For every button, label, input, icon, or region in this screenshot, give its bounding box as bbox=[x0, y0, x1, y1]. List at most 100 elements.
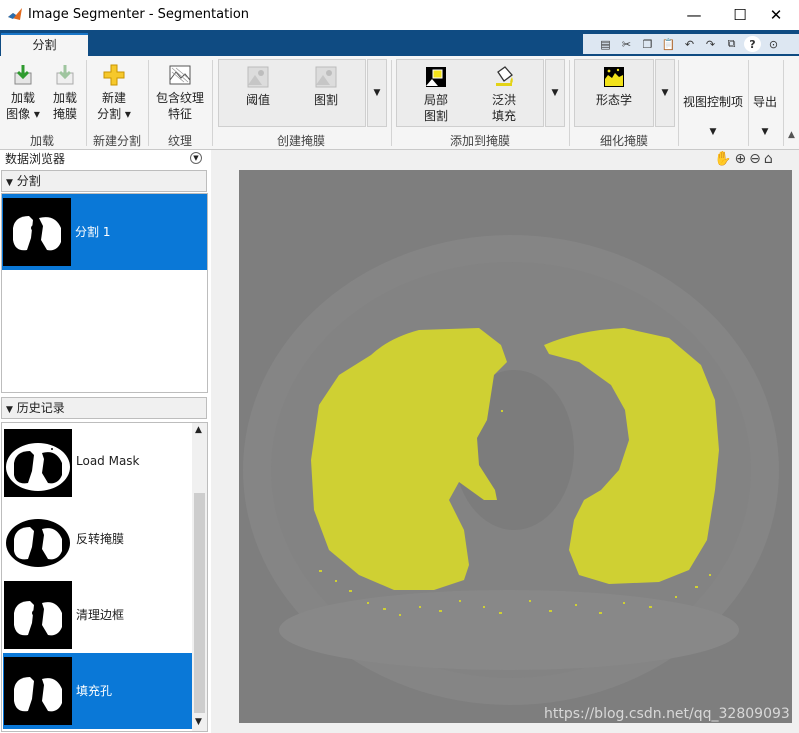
history-scrollbar[interactable]: ▲ ▼ bbox=[192, 423, 207, 731]
chevron-down-icon: ▼ bbox=[761, 127, 769, 137]
zoom-in-icon[interactable]: ⊕ bbox=[734, 151, 746, 169]
threshold-label: 阈值 bbox=[245, 93, 270, 107]
graph-cut-button[interactable]: 图割 bbox=[300, 65, 352, 108]
ct-image-with-mask[interactable] bbox=[239, 170, 792, 723]
load-image-button[interactable]: 加载 图像 ▾ bbox=[5, 63, 41, 122]
section-refine-mask-label: 细化掩膜 bbox=[599, 134, 648, 148]
morphology-label: 形态学 bbox=[595, 93, 632, 107]
close-button[interactable]: ✕ bbox=[753, 0, 799, 30]
history-item-label: 填充孔 bbox=[76, 684, 113, 698]
divider bbox=[783, 60, 784, 146]
history-item[interactable]: 清理边框 bbox=[3, 577, 192, 653]
new-seg-label-1: 新建 bbox=[101, 91, 126, 105]
divider bbox=[212, 60, 213, 146]
flood-fill-label-2: 填充 bbox=[491, 109, 516, 123]
image-viewer: ✋ ⊕ ⊖ ⌂ bbox=[211, 150, 799, 733]
hand-icon[interactable]: ✋ bbox=[714, 151, 731, 169]
load-mask-button[interactable]: 加载 掩膜 bbox=[48, 63, 82, 122]
local-graph-cut-button[interactable]: 局部 图割 bbox=[410, 65, 462, 124]
load-image-icon bbox=[11, 63, 35, 87]
copy-icon[interactable]: ❐ bbox=[639, 36, 656, 52]
cut-icon[interactable]: ✂ bbox=[618, 36, 635, 52]
refine-mask-dropdown[interactable]: ▼ bbox=[655, 59, 675, 127]
segmentations-header-label: 分割 bbox=[16, 174, 41, 188]
toolstrip-tabs: 分割 ▤ ✂ ❐ 📋 ↶ ↷ ⧉ ? ⊙ bbox=[0, 30, 799, 57]
home-icon[interactable]: ⌂ bbox=[764, 151, 773, 169]
watermark-text: https://blog.csdn.net/qq_32809093 bbox=[544, 706, 790, 722]
matlab-icon bbox=[7, 6, 23, 25]
segmentation-item[interactable]: 分割 1 bbox=[2, 194, 207, 270]
minimize-button[interactable]: — bbox=[671, 0, 717, 30]
flood-fill-label-1: 泛洪 bbox=[491, 93, 516, 107]
history-thumbnail bbox=[4, 657, 72, 725]
texture-label-1: 包含纹理 bbox=[155, 91, 204, 105]
redo-icon[interactable]: ↷ bbox=[702, 36, 719, 52]
texture-icon bbox=[168, 63, 192, 87]
load-mask-label-2: 掩膜 bbox=[52, 107, 77, 121]
create-mask-dropdown[interactable]: ▼ bbox=[367, 59, 387, 127]
history-section-header[interactable]: ▼ 历史记录 bbox=[1, 397, 207, 419]
segmentation-item-label: 分割 1 bbox=[75, 225, 111, 239]
plus-icon bbox=[102, 63, 126, 87]
divider bbox=[678, 60, 679, 146]
history-item-label: Load Mask bbox=[76, 454, 140, 468]
export-button[interactable]: 导出 ▼ bbox=[750, 94, 780, 140]
history-item[interactable]: 反转掩膜 bbox=[3, 501, 192, 577]
switch-windows-icon[interactable]: ⧉ bbox=[723, 36, 740, 52]
paste-icon[interactable]: 📋 bbox=[660, 36, 677, 52]
include-texture-button[interactable]: 包含纹理 特征 bbox=[152, 63, 208, 122]
expand-icon[interactable]: ⊙ bbox=[765, 36, 782, 52]
morphology-icon bbox=[602, 65, 626, 89]
section-create-mask-label: 创建掩膜 bbox=[276, 134, 325, 148]
chevron-down-icon: ▼ bbox=[709, 127, 717, 137]
history-item[interactable]: Load Mask bbox=[3, 425, 192, 501]
scrollbar-thumb[interactable] bbox=[194, 493, 205, 713]
local-graph-cut-label-2: 图割 bbox=[423, 109, 448, 123]
help-icon[interactable]: ? bbox=[744, 36, 761, 52]
threshold-button[interactable]: 阈值 bbox=[232, 65, 284, 108]
zoom-out-icon[interactable]: ⊖ bbox=[749, 151, 761, 169]
history-thumbnail bbox=[4, 581, 72, 649]
section-add-to-mask-label: 添加到掩膜 bbox=[449, 134, 510, 148]
history-item[interactable]: 填充孔 bbox=[3, 653, 192, 729]
local-graph-cut-label-1: 局部 bbox=[423, 93, 448, 107]
history-thumbnail bbox=[4, 429, 72, 497]
data-browser-panel: 数据浏览器 ▼ ▼ 分割 分割 1 ▼ 历史记录 Load Mask 反转掩膜 … bbox=[0, 150, 209, 733]
load-mask-label-1: 加载 bbox=[52, 91, 77, 105]
undo-icon[interactable]: ↶ bbox=[681, 36, 698, 52]
scroll-up-icon[interactable]: ▲ bbox=[195, 425, 202, 435]
panel-options-icon[interactable]: ▼ bbox=[190, 152, 202, 164]
ribbon: 加载 图像 ▾ 加载 掩膜 加载 新建 分割 ▾ 新建分割 包含纹理 特征 纹理… bbox=[0, 56, 799, 150]
add-to-mask-dropdown[interactable]: ▼ bbox=[545, 59, 565, 127]
history-item-label: 清理边框 bbox=[76, 608, 125, 622]
history-item-label: 反转掩膜 bbox=[76, 532, 125, 546]
quick-access-toolbar: ▤ ✂ ❐ 📋 ↶ ↷ ⧉ ? ⊙ bbox=[583, 34, 799, 54]
new-segmentation-button[interactable]: 新建 分割 ▾ bbox=[92, 63, 136, 122]
tab-segmentation[interactable]: 分割 bbox=[1, 33, 88, 57]
segmentations-list: 分割 1 bbox=[1, 193, 208, 393]
threshold-icon bbox=[246, 65, 270, 89]
section-new-segmentation-label: 新建分割 bbox=[92, 134, 141, 148]
new-seg-label-2: 分割 ▾ bbox=[97, 107, 131, 121]
load-image-label-2: 图像 ▾ bbox=[6, 107, 40, 121]
local-graph-cut-icon bbox=[424, 65, 448, 89]
flood-fill-button[interactable]: 泛洪 填充 bbox=[478, 65, 530, 124]
load-image-label-1: 加载 bbox=[10, 91, 35, 105]
texture-label-2: 特征 bbox=[167, 107, 192, 121]
morphology-button[interactable]: 形态学 bbox=[588, 65, 640, 108]
segmentation-thumbnail bbox=[3, 198, 71, 266]
divider bbox=[748, 60, 749, 146]
expand-triangle-icon: ▼ bbox=[6, 178, 13, 188]
load-mask-icon bbox=[53, 63, 77, 87]
expand-triangle-icon: ▼ bbox=[6, 405, 13, 415]
segmentations-section-header[interactable]: ▼ 分割 bbox=[1, 170, 207, 192]
history-header-label: 历史记录 bbox=[16, 401, 65, 415]
view-controls-button[interactable]: 视图控制项 ▼ bbox=[680, 94, 746, 140]
scroll-down-icon[interactable]: ▼ bbox=[195, 717, 202, 727]
history-thumbnail bbox=[4, 505, 72, 573]
collapse-ribbon-icon[interactable]: ▲ bbox=[788, 130, 795, 140]
paint-bucket-icon bbox=[492, 65, 516, 89]
window-title: Image Segmenter - Segmentation bbox=[28, 7, 250, 22]
viewer-toolbar: ✋ ⊕ ⊖ ⌂ bbox=[714, 151, 794, 169]
save-icon[interactable]: ▤ bbox=[597, 36, 614, 52]
